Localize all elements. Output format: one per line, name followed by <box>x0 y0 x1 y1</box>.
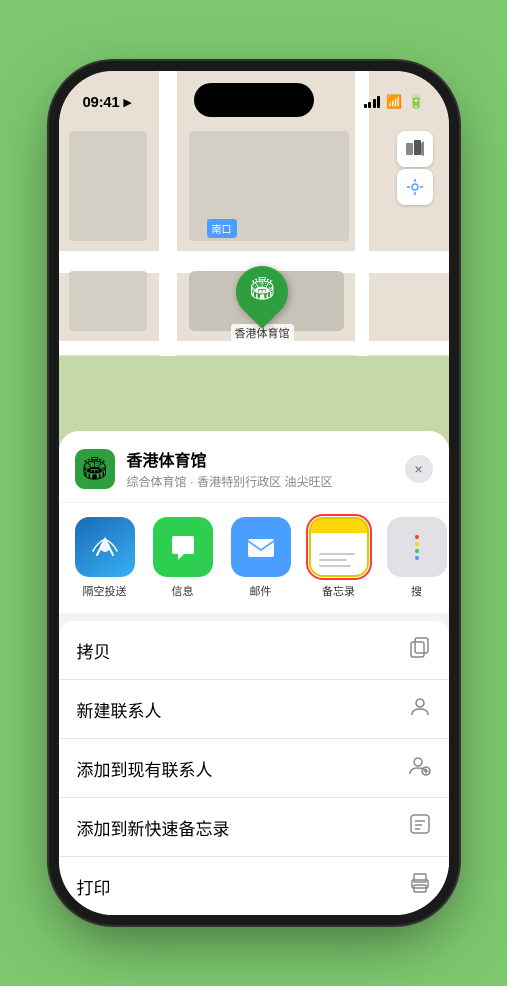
location-pin: 🏟 香港体育馆 <box>231 266 294 342</box>
place-icon: 🏟 <box>75 449 115 489</box>
pin-emoji: 🏟 <box>248 276 276 302</box>
action-add-existing[interactable]: 添加到现有联系人 <box>59 739 449 798</box>
battery-icon: 🔋 <box>408 94 424 110</box>
mail-label: 邮件 <box>250 583 272 599</box>
add-existing-icon <box>409 754 431 782</box>
share-more[interactable]: 搜 <box>381 517 449 599</box>
place-header: 🏟 香港体育馆 综合体育馆 · 香港特别行政区 油尖旺区 × <box>59 431 449 502</box>
add-existing-label: 添加到现有联系人 <box>77 756 213 781</box>
bottom-sheet: 🏟 香港体育馆 综合体育馆 · 香港特别行政区 油尖旺区 × <box>59 431 449 915</box>
airdrop-icon <box>75 517 135 577</box>
place-info: 香港体育馆 综合体育馆 · 香港特别行政区 油尖旺区 <box>127 447 393 490</box>
share-messages[interactable]: 信息 <box>147 517 219 599</box>
new-contact-icon <box>409 695 431 723</box>
map-road <box>59 341 449 355</box>
action-add-notes[interactable]: 添加到新快速备忘录 <box>59 798 449 857</box>
action-section: 拷贝 新建联系人 添加到现有联系人 <box>59 621 449 915</box>
messages-label: 信息 <box>172 583 194 599</box>
print-icon <box>409 872 431 900</box>
map-label-nankou: 南口 <box>207 219 237 238</box>
close-button[interactable]: × <box>405 455 433 483</box>
close-icon: × <box>414 461 422 477</box>
new-contact-label: 新建联系人 <box>77 697 162 722</box>
add-notes-icon <box>409 813 431 841</box>
more-label: 搜 <box>411 583 422 599</box>
messages-icon <box>153 517 213 577</box>
notes-icon <box>309 517 369 577</box>
map-block <box>69 131 147 241</box>
map-type-button[interactable] <box>397 131 433 167</box>
map-controls <box>397 131 433 207</box>
place-name: 香港体育馆 <box>127 447 393 471</box>
location-button[interactable] <box>397 169 433 205</box>
copy-label: 拷贝 <box>77 638 111 663</box>
print-label: 打印 <box>77 874 111 899</box>
pin-icon: 🏟 <box>225 255 299 329</box>
map-block <box>69 271 147 331</box>
action-new-contact[interactable]: 新建联系人 <box>59 680 449 739</box>
dynamic-island <box>194 83 314 117</box>
place-subtitle: 综合体育馆 · 香港特别行政区 油尖旺区 <box>127 473 393 490</box>
mail-icon <box>231 517 291 577</box>
wifi-icon: 📶 <box>386 94 402 110</box>
place-icon-emoji: 🏟 <box>81 456 109 482</box>
location-icon: ▶ <box>123 96 131 109</box>
notes-label: 备忘录 <box>322 583 355 599</box>
signal-icon <box>364 96 381 108</box>
action-copy[interactable]: 拷贝 <box>59 621 449 680</box>
share-mail[interactable]: 邮件 <box>225 517 297 599</box>
status-time: 09:41 <box>83 94 120 111</box>
copy-icon <box>409 636 431 664</box>
phone-frame: 09:41 ▶ 📶 🔋 南口 <box>59 71 449 915</box>
more-icon <box>387 517 447 577</box>
share-notes[interactable]: 备忘录 <box>303 517 375 599</box>
share-airdrop[interactable]: 隔空投送 <box>69 517 141 599</box>
action-print[interactable]: 打印 <box>59 857 449 915</box>
add-notes-label: 添加到新快速备忘录 <box>77 815 230 840</box>
status-icons: 📶 🔋 <box>364 94 425 110</box>
share-row: 隔空投送 信息 邮件 <box>59 503 449 613</box>
airdrop-label: 隔空投送 <box>83 583 127 599</box>
